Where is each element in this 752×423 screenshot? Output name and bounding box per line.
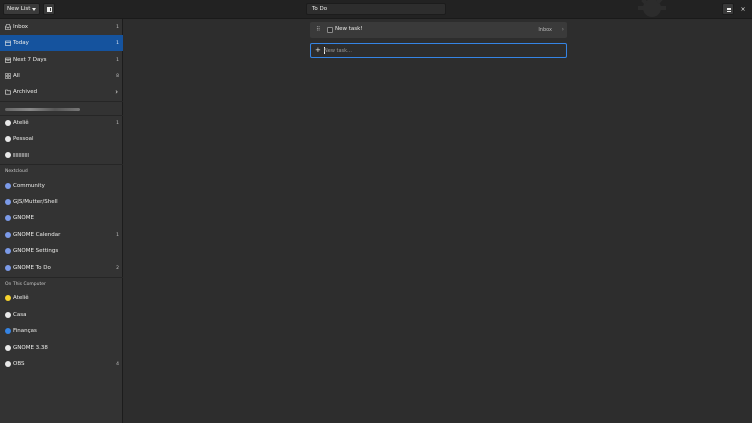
obscured-list-name bbox=[13, 153, 29, 157]
blurred-account-name bbox=[5, 108, 80, 111]
new-list-button[interactable]: New List bbox=[3, 3, 40, 15]
chevron-down-icon bbox=[32, 8, 36, 11]
sidebar-item-count: 1 bbox=[116, 57, 119, 63]
sidebar-item-label: GNOME Settings bbox=[13, 248, 59, 254]
sidebar-item-label: Next 7 Days bbox=[13, 57, 47, 63]
list-color-dot bbox=[5, 152, 11, 158]
task-list-name: Inbox bbox=[538, 26, 552, 33]
list-color-dot bbox=[5, 120, 11, 126]
sidebar-item-label: Finanças bbox=[13, 328, 37, 334]
sidebar-item-label: Casa bbox=[13, 312, 27, 318]
close-icon: × bbox=[740, 5, 746, 13]
list-color-dot bbox=[5, 183, 11, 189]
chevron-right-icon[interactable]: › bbox=[562, 26, 564, 33]
sidebar-item-gnome[interactable]: GNOME bbox=[0, 210, 123, 226]
sidebar-item-label: Ateliê bbox=[13, 120, 29, 126]
sidebar-item-community[interactable]: Community bbox=[0, 178, 123, 194]
list-color-dot bbox=[5, 328, 11, 334]
drag-handle-icon[interactable]: ⠿ bbox=[316, 26, 320, 33]
inbox-icon bbox=[5, 24, 11, 30]
sidebar-divider bbox=[0, 277, 123, 278]
sidebar-item-label: Today bbox=[13, 40, 29, 46]
sidebar-item-today[interactable]: Today 1 bbox=[0, 35, 123, 51]
sidebar-item-count: 4 bbox=[116, 361, 119, 367]
sidebar-item-count: 1 bbox=[116, 120, 119, 126]
list-color-dot bbox=[5, 345, 11, 351]
sidebar-item-label: GJS/Mutter/Shell bbox=[13, 199, 58, 205]
sidebar-item-gnome-3-38[interactable]: GNOME 3.38 bbox=[0, 340, 123, 356]
sidebar-item-count: 1 bbox=[116, 232, 119, 238]
sidebar-item-label: GNOME Calendar bbox=[13, 232, 61, 238]
task-title: New task! bbox=[335, 26, 363, 32]
calendar-week-icon bbox=[5, 57, 11, 63]
sidebar-item-count: 1 bbox=[116, 24, 119, 30]
sidebar: Inbox 1 Today 1 Next 7 Days 1 All 8 Arch… bbox=[0, 19, 123, 423]
close-button[interactable]: × bbox=[737, 3, 749, 15]
sidebar-icon bbox=[47, 7, 52, 12]
sidebar-item-count: 8 bbox=[116, 73, 119, 79]
list-color-dot bbox=[5, 232, 11, 238]
sidebar-item-gjs-mutter-shell[interactable]: GJS/Mutter/Shell bbox=[0, 194, 123, 210]
sidebar-item-label: Ateliê bbox=[13, 295, 29, 301]
sidebar-item-label: Archived bbox=[13, 89, 38, 95]
sidebar-item-label: GNOME bbox=[13, 215, 34, 221]
list-title: To Do bbox=[312, 6, 328, 12]
sidebar-item-hidden[interactable] bbox=[0, 147, 123, 163]
section-label-on-this-computer: On This Computer bbox=[5, 282, 46, 287]
sidebar-divider bbox=[0, 164, 123, 165]
gear-icon bbox=[638, 0, 666, 17]
list-color-dot bbox=[5, 265, 11, 271]
sidebar-item-count: 2 bbox=[116, 265, 119, 271]
new-list-label: New List bbox=[7, 6, 31, 12]
sidebar-item-archived[interactable]: Archived › bbox=[0, 84, 123, 100]
main-menu-button[interactable] bbox=[722, 3, 734, 15]
list-color-dot bbox=[5, 215, 11, 221]
new-task-input[interactable] bbox=[324, 46, 564, 55]
list-color-dot bbox=[5, 312, 11, 318]
sidebar-toggle-button[interactable] bbox=[43, 3, 55, 15]
new-task-row[interactable]: + bbox=[310, 43, 567, 58]
sidebar-item-casa[interactable]: Casa bbox=[0, 307, 123, 323]
sidebar-item-label: Community bbox=[13, 183, 45, 189]
sidebar-item-label: All bbox=[13, 73, 20, 79]
sidebar-item-all[interactable]: All 8 bbox=[0, 68, 123, 84]
sidebar-item-label: Inbox bbox=[13, 24, 29, 30]
sidebar-divider bbox=[0, 101, 123, 102]
plus-icon: + bbox=[315, 46, 321, 54]
list-color-dot bbox=[5, 248, 11, 254]
section-label-nextcloud: Nextcloud bbox=[5, 169, 28, 174]
list-color-dot bbox=[5, 136, 11, 142]
list-color-dot bbox=[5, 295, 11, 301]
folder-icon bbox=[5, 89, 11, 95]
grid-icon bbox=[5, 73, 11, 79]
list-color-dot bbox=[5, 199, 11, 205]
sidebar-item-next-7-days[interactable]: Next 7 Days 1 bbox=[0, 52, 123, 68]
sidebar-item-gnome-calendar[interactable]: GNOME Calendar 1 bbox=[0, 227, 123, 243]
list-color-dot bbox=[5, 361, 11, 367]
sidebar-item-atelie[interactable]: Ateliê 1 bbox=[0, 115, 123, 131]
sidebar-item-label: Pessoal bbox=[13, 136, 34, 142]
chevron-right-icon: › bbox=[115, 88, 118, 96]
task-checkbox[interactable] bbox=[327, 27, 333, 33]
sidebar-item-label: GNOME To Do bbox=[13, 265, 51, 271]
task-row[interactable]: ⠿ New task! Inbox › bbox=[310, 22, 567, 38]
sidebar-item-label: GNOME 3.38 bbox=[13, 345, 48, 351]
sidebar-item-obs[interactable]: OBS 4 bbox=[0, 356, 123, 372]
header-bar: New List To Do × bbox=[0, 0, 752, 19]
sidebar-item-label: OBS bbox=[13, 361, 25, 367]
sidebar-item-gnome-to-do[interactable]: GNOME To Do 2 bbox=[0, 260, 123, 276]
list-title-field[interactable]: To Do bbox=[306, 3, 446, 15]
sidebar-item-inbox[interactable]: Inbox 1 bbox=[0, 19, 123, 35]
sidebar-item-atelie-local[interactable]: Ateliê bbox=[0, 290, 123, 306]
sidebar-item-count: 1 bbox=[116, 40, 119, 46]
sidebar-item-gnome-settings[interactable]: GNOME Settings bbox=[0, 243, 123, 259]
calendar-icon bbox=[5, 40, 11, 46]
sidebar-item-financas[interactable]: Finanças bbox=[0, 323, 123, 339]
hamburger-icon bbox=[726, 7, 731, 12]
sidebar-item-pessoal[interactable]: Pessoal bbox=[0, 131, 123, 147]
